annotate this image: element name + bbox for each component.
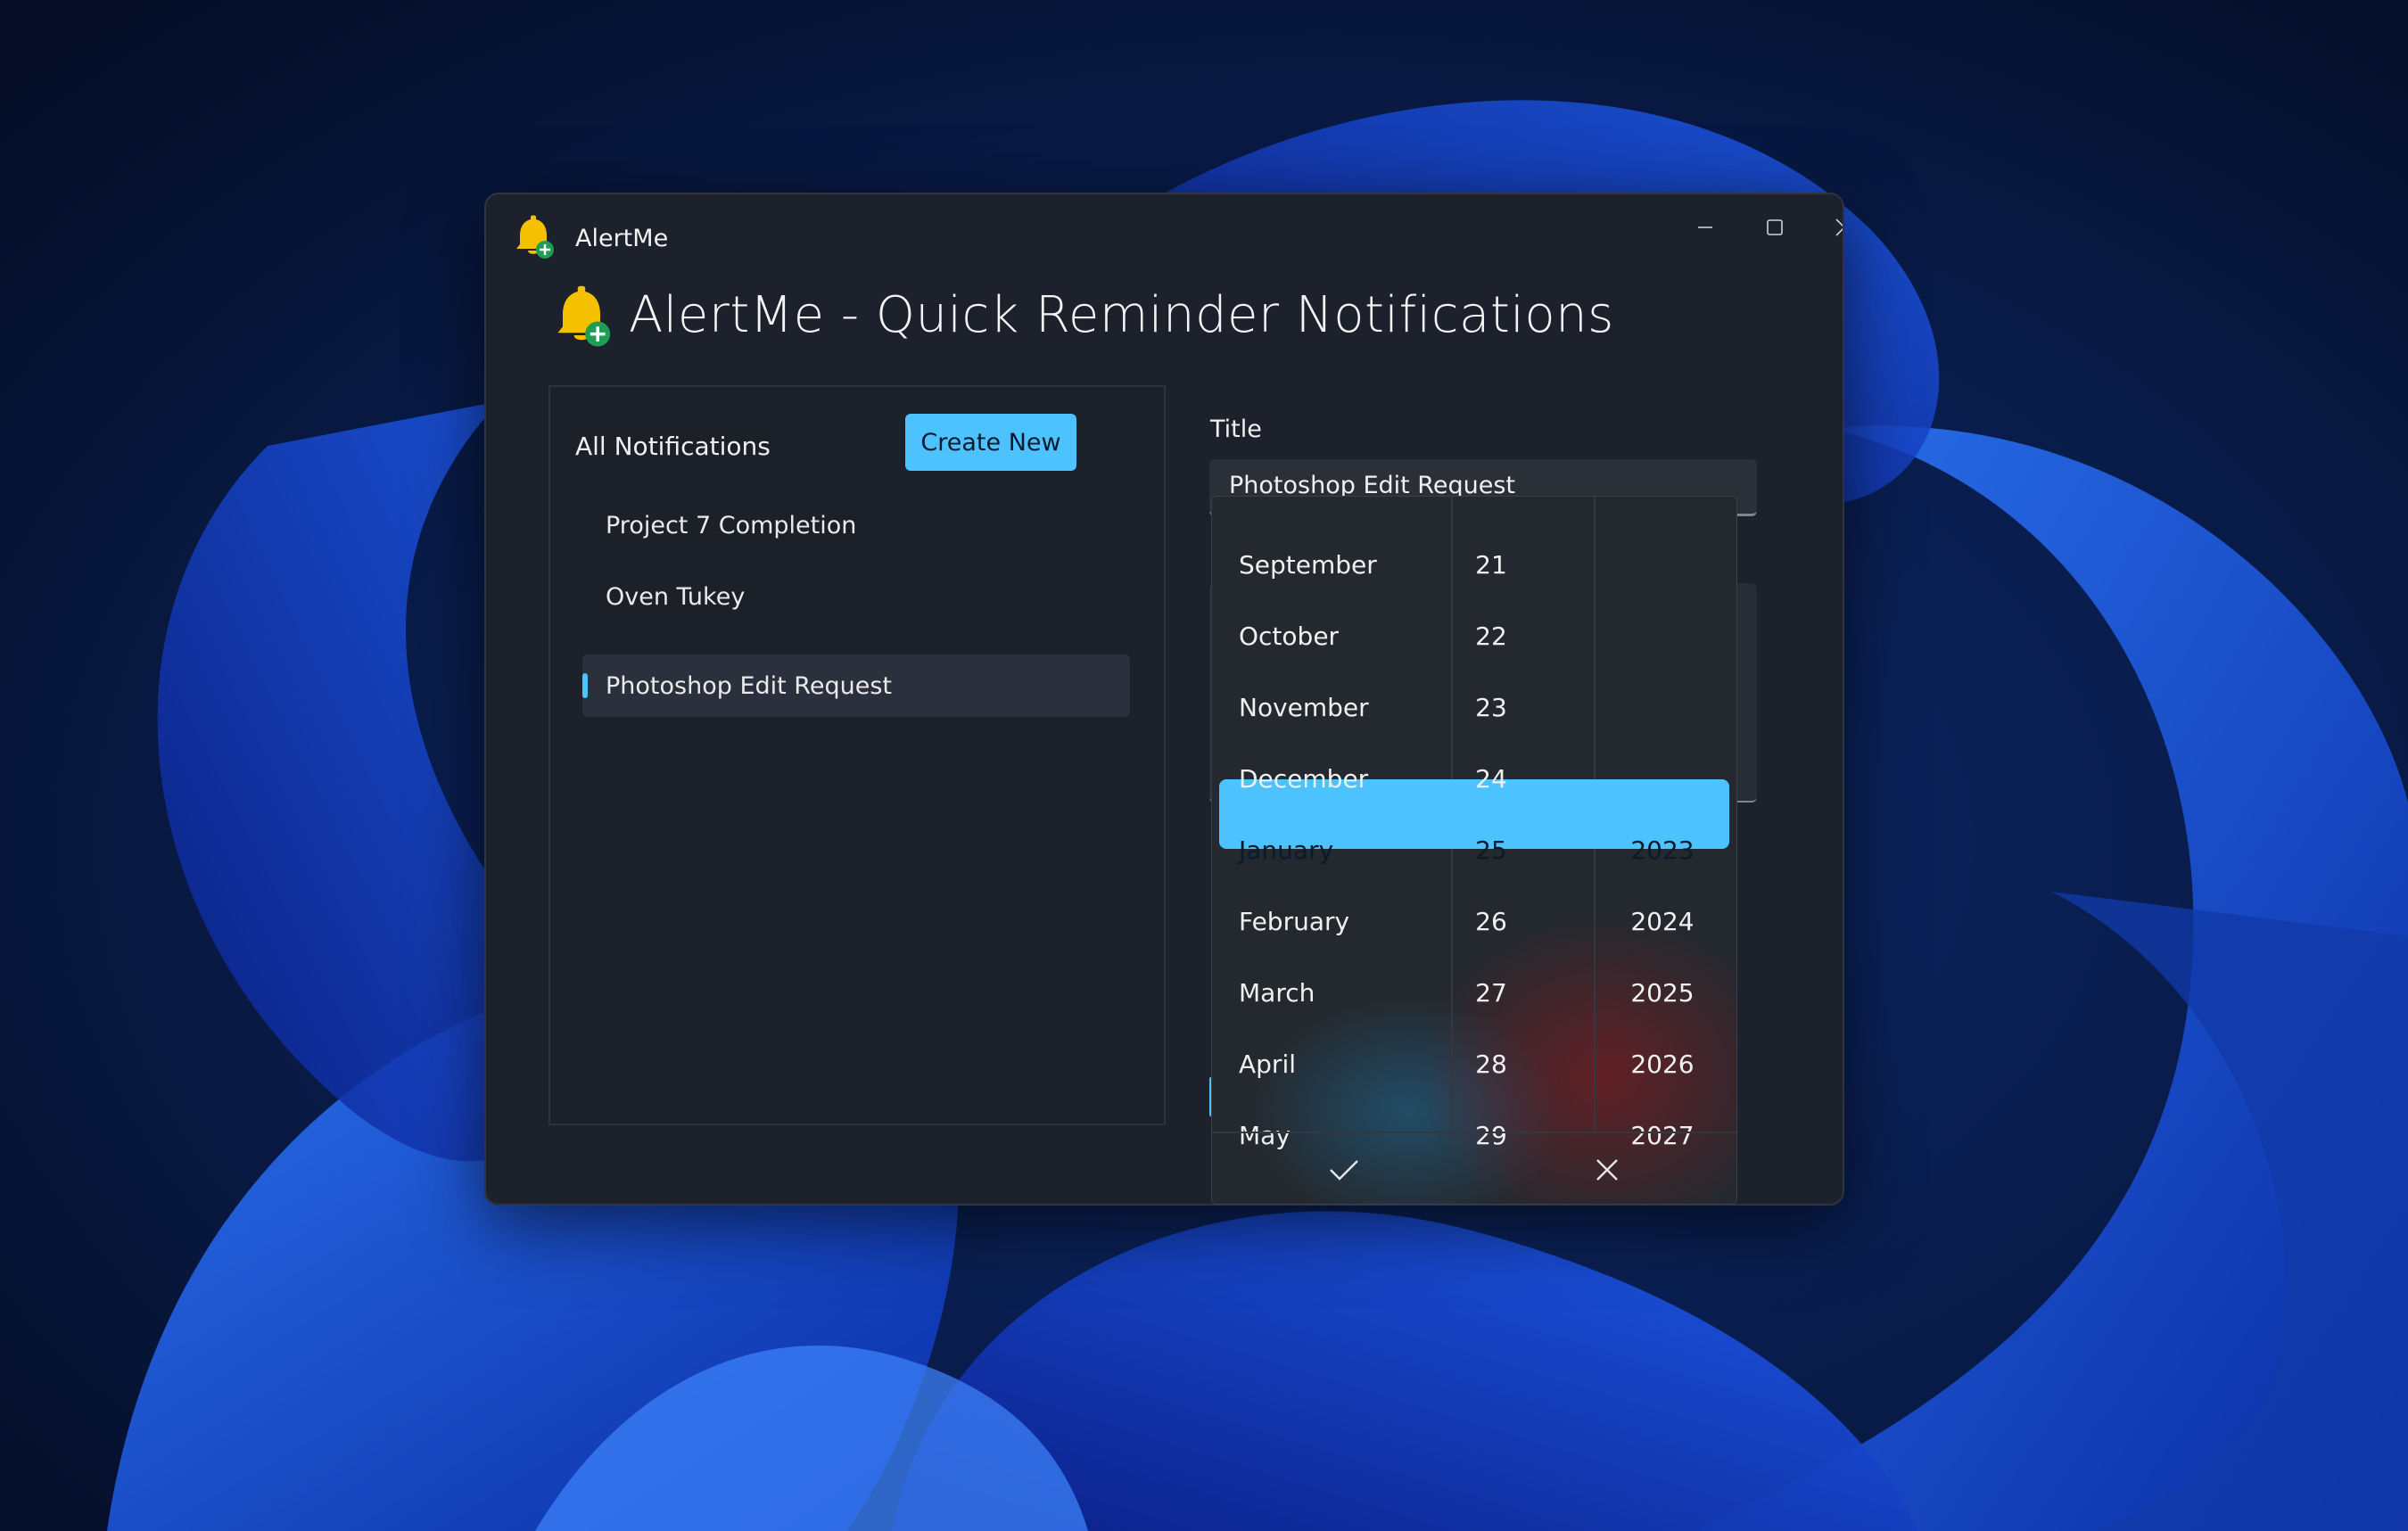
picker-footer: [1212, 1132, 1736, 1204]
day-option-selected[interactable]: 25: [1451, 814, 1531, 885]
close-window-button[interactable]: [1813, 205, 1843, 250]
year-option[interactable]: 2024: [1596, 885, 1729, 957]
close-icon: [1835, 218, 1843, 236]
list-item-selected[interactable]: Photoshop Edit Request: [582, 654, 1130, 717]
year-option[interactable]: 2026: [1596, 1028, 1729, 1099]
list-item-label: Project 7 Completion: [606, 511, 857, 539]
create-new-button[interactable]: Create New: [905, 414, 1076, 471]
titlebar-app-name: AlertMe: [575, 225, 669, 252]
month-option[interactable]: March: [1239, 957, 1315, 1028]
checkmark-icon: [1329, 1159, 1358, 1181]
month-option[interactable]: November: [1239, 671, 1369, 743]
day-option[interactable]: 28: [1451, 1028, 1531, 1099]
bell-plus-icon: [557, 285, 611, 347]
maximize-button[interactable]: [1744, 205, 1806, 250]
list-heading: All Notifications: [575, 432, 771, 461]
day-option[interactable]: 23: [1451, 671, 1531, 743]
day-option[interactable]: 21: [1451, 529, 1531, 600]
list-item[interactable]: Project 7 Completion: [582, 494, 1130, 556]
minimize-icon: [1698, 226, 1712, 228]
day-option[interactable]: 22: [1451, 600, 1531, 671]
month-option[interactable]: October: [1239, 600, 1339, 671]
bell-plus-icon: [516, 215, 554, 259]
month-option[interactable]: September: [1239, 529, 1377, 600]
list-item-label: Oven Tukey: [606, 582, 746, 611]
page-title: AlertMe - Quick Reminder Notifications: [629, 286, 1614, 344]
maximize-icon: [1767, 219, 1783, 235]
day-option[interactable]: 26: [1451, 885, 1531, 957]
dismiss-date-button[interactable]: [1475, 1133, 1736, 1204]
list-item[interactable]: Oven Tukey: [582, 565, 1130, 628]
month-option[interactable]: February: [1239, 885, 1349, 957]
close-icon: [1596, 1158, 1618, 1181]
day-option[interactable]: 24: [1451, 743, 1531, 814]
title-label: Title: [1210, 416, 1262, 443]
day-option[interactable]: 27: [1451, 957, 1531, 1028]
month-option[interactable]: April: [1239, 1028, 1296, 1099]
year-option[interactable]: 2025: [1596, 957, 1729, 1028]
month-option-selected[interactable]: January: [1239, 814, 1333, 885]
list-item-label: Photoshop Edit Request: [606, 671, 892, 700]
minimize-button[interactable]: [1674, 205, 1736, 250]
month-option[interactable]: December: [1239, 743, 1368, 814]
confirm-date-button[interactable]: [1212, 1133, 1475, 1204]
selection-indicator: [582, 673, 588, 698]
date-picker-flyout: September October November December Janu…: [1211, 496, 1737, 1205]
year-option-selected[interactable]: 2023: [1596, 814, 1729, 885]
